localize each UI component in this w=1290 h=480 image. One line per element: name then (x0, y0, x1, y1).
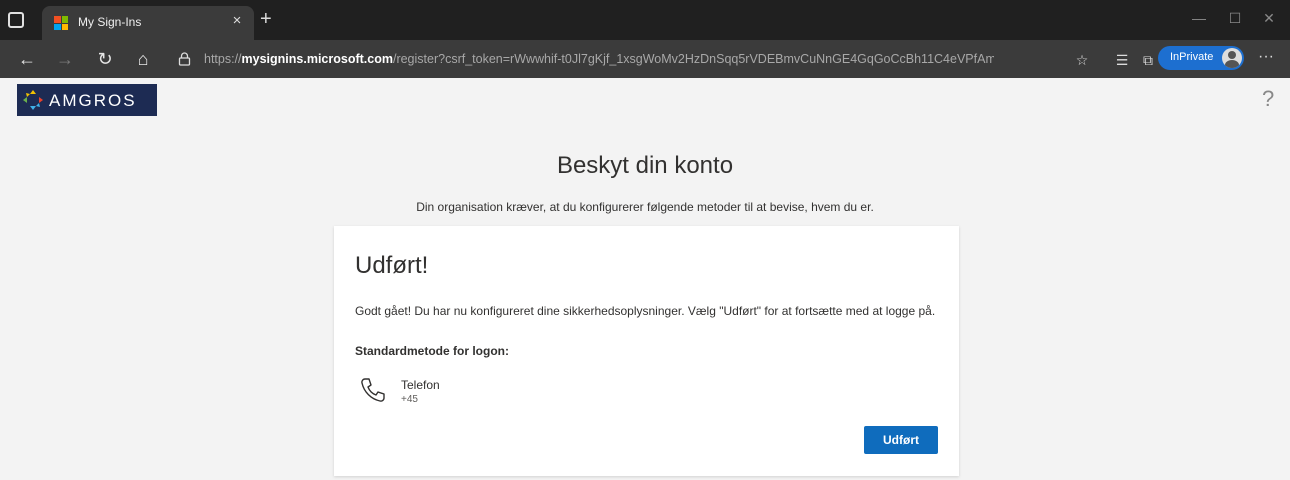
tab-title: My Sign-Ins (78, 15, 142, 29)
lock-icon[interactable] (178, 52, 191, 66)
favorites-list-icon[interactable]: ☰ (1112, 50, 1132, 70)
browser-toolbar: ← → ↻ ⌂ https://mysignins.microsoft.com/… (0, 40, 1290, 78)
tab-actions-icon[interactable] (8, 12, 24, 28)
help-icon[interactable]: ? (1262, 86, 1274, 112)
page-header: AMGROS ? (0, 78, 1290, 122)
main-content: Beskyt din konto Din organisation kræver… (0, 122, 1290, 480)
default-method-label: Standardmetode for logon: (355, 344, 509, 358)
close-window-button[interactable]: ✕ (1246, 6, 1290, 30)
setup-complete-card: Udført! Godt gået! Du har nu konfigurere… (334, 226, 959, 476)
favorite-star-icon[interactable]: ☆ (1072, 50, 1092, 70)
collections-icon[interactable]: ⧉ (1138, 50, 1158, 70)
phone-icon (361, 378, 385, 402)
microsoft-logo-icon (54, 16, 68, 30)
forward-button[interactable]: → (54, 48, 76, 70)
inprivate-badge[interactable]: InPrivate (1158, 46, 1244, 70)
url-text[interactable]: https://mysignins.microsoft.com/register… (204, 52, 994, 66)
brand-name: AMGROS (49, 91, 137, 110)
back-button[interactable]: ← (16, 48, 38, 70)
home-button[interactable]: ⌂ (132, 48, 154, 70)
method-name: Telefon (401, 378, 440, 392)
default-method: Telefon +45 (355, 374, 655, 414)
card-title: Udført! (355, 252, 429, 279)
avatar (1222, 48, 1242, 68)
browser-titlebar: My Sign-Ins × + — ☐ ✕ (0, 0, 1290, 40)
card-message: Godt gået! Du har nu konfigureret dine s… (355, 304, 936, 318)
tab-close-icon[interactable]: × (228, 12, 246, 30)
tab-my-sign-ins[interactable]: My Sign-Ins × (42, 6, 254, 40)
page-title: Beskyt din konto (556, 152, 734, 179)
method-phone-number: +45 (401, 394, 418, 405)
address-bar[interactable]: https://mysignins.microsoft.com/register… (166, 44, 1066, 74)
refresh-button[interactable]: ↻ (94, 48, 116, 70)
new-tab-button[interactable]: + (260, 9, 272, 29)
brand-logo: AMGROS (17, 84, 157, 116)
done-button[interactable]: Udført (864, 426, 938, 454)
page-subtitle: Din organisation kræver, at du konfigure… (416, 200, 874, 214)
more-menu-icon[interactable]: ··· (1258, 48, 1274, 66)
brand-mark-icon (23, 90, 43, 110)
